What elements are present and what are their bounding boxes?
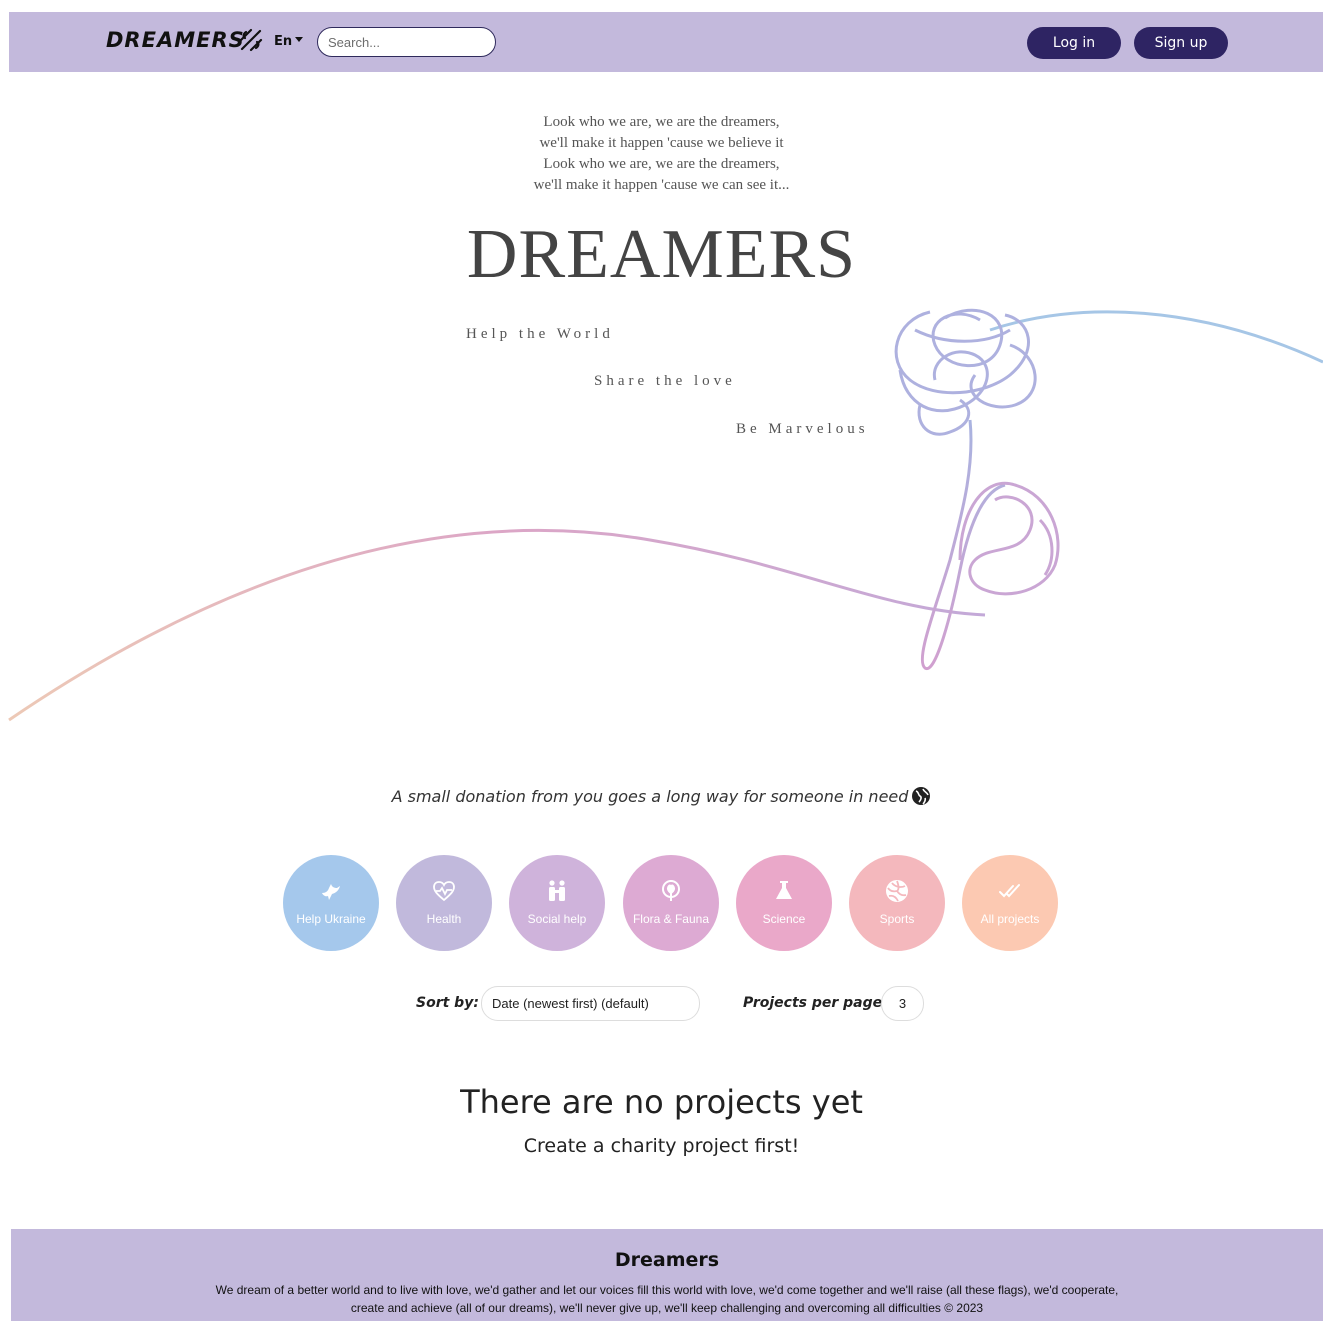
sort-label: Sort by:: [416, 995, 479, 1011]
lyrics-line: Look who we are, we are the dreamers,: [543, 114, 780, 130]
projects-per-page-input[interactable]: 3: [881, 986, 924, 1021]
login-button[interactable]: Log in: [1027, 27, 1121, 59]
category-list: Help Ukraine Health Social help Flora & …: [283, 855, 1063, 951]
people-icon: [549, 880, 565, 901]
category-label: Health: [426, 912, 462, 926]
search-input[interactable]: [317, 27, 496, 57]
category-help-ukraine[interactable]: Help Ukraine: [283, 855, 379, 951]
category-label: Science: [762, 912, 806, 926]
hero-title: DREAMERS: [466, 216, 857, 293]
globe-icon: [912, 787, 931, 805]
hero-lyrics: Look who we are, we are the dreamers, we…: [0, 112, 1323, 196]
category-all-projects[interactable]: All projects: [962, 855, 1058, 951]
category-label: Flora & Fauna: [632, 912, 710, 926]
chevron-down-icon: [295, 37, 304, 42]
volleyball-icon: [886, 880, 908, 902]
dove-icon: [322, 884, 340, 900]
category-sports[interactable]: Sports: [849, 855, 945, 951]
tagline-help-world: Help the World: [466, 326, 614, 342]
flower-icon: [662, 880, 680, 901]
category-label: All projects: [980, 912, 1040, 926]
category-social-help[interactable]: Social help: [509, 855, 605, 951]
navbar: DREAMERS En Log in Sign up: [9, 12, 1323, 72]
category-label: Social help: [527, 912, 587, 926]
category-science[interactable]: Science: [736, 855, 832, 951]
lyrics-line: Look who we are, we are the dreamers,: [543, 156, 780, 172]
empty-state-title: There are no projects yet: [460, 1083, 863, 1121]
footer-text: We dream of a better world and to live w…: [215, 1283, 1119, 1315]
tagline-be-marvelous: Be Marvelous: [736, 421, 869, 437]
signup-button[interactable]: Sign up: [1134, 27, 1228, 59]
flask-icon: [776, 881, 792, 899]
double-check-icon: [999, 884, 1020, 898]
heart-pulse-icon: [433, 881, 455, 902]
donation-motto: A small donation from you goes a long wa…: [0, 786, 1323, 806]
comet-icon: [239, 28, 263, 52]
footer: Dreamers We dream of a better world and …: [11, 1229, 1323, 1321]
empty-state-subtitle: Create a charity project first!: [523, 1135, 800, 1157]
language-dropdown[interactable]: En: [274, 34, 304, 49]
category-label: Help Ukraine: [296, 912, 366, 926]
footer-title: Dreamers: [614, 1249, 720, 1271]
motto-text: A small donation from you goes a long wa…: [391, 787, 909, 806]
language-label: En: [274, 34, 293, 49]
category-label: Sports: [879, 912, 915, 926]
tagline-share-love: Share the love: [594, 373, 736, 389]
category-health[interactable]: Health: [396, 855, 492, 951]
lyrics-line: we'll make it happen 'cause we believe i…: [539, 135, 784, 151]
category-flora-fauna[interactable]: Flora & Fauna: [623, 855, 719, 951]
lyrics-line: we'll make it happen 'cause we can see i…: [533, 177, 790, 193]
page-frame: [9, 12, 1323, 1321]
projects-per-page-label: Projects per page:: [743, 995, 888, 1011]
sort-select[interactable]: Date (newest first) (default): [481, 986, 700, 1021]
brand-logo-text[interactable]: DREAMERS: [106, 28, 245, 52]
